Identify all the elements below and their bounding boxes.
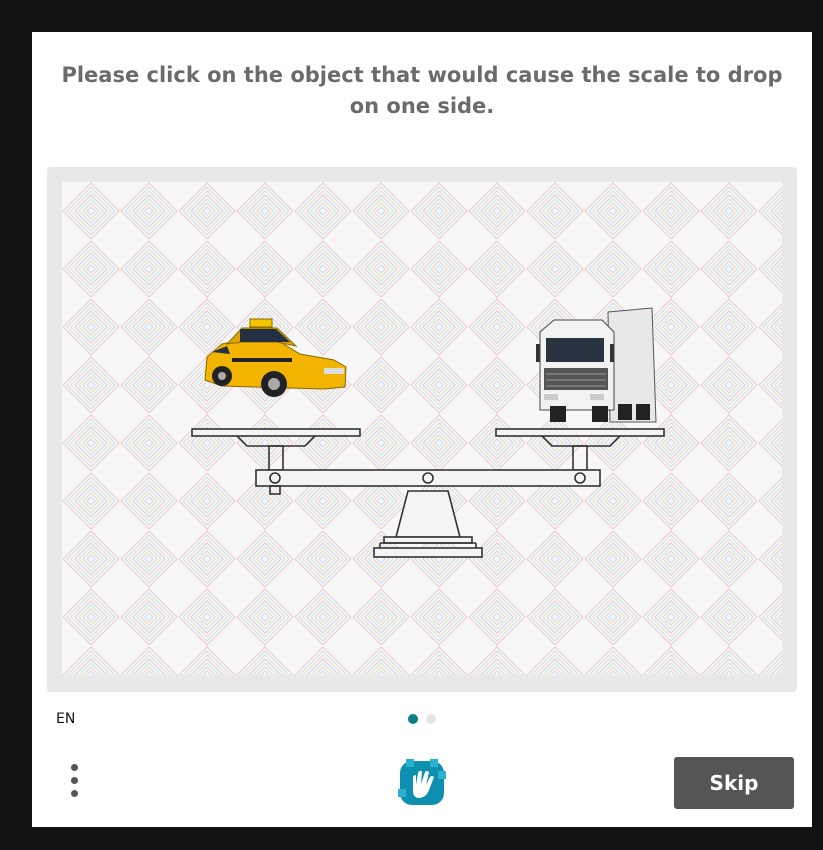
challenge-image[interactable] [62, 182, 782, 675]
challenge-canvas[interactable] [62, 182, 782, 675]
vertical-ellipsis-icon[interactable] [62, 760, 86, 802]
captcha-card: Please click on the object that would ca… [32, 32, 812, 827]
language-selector[interactable]: EN [56, 711, 75, 727]
pattern-background [62, 182, 782, 675]
challenge-prompt: Please click on the object that would ca… [61, 63, 783, 118]
pagination-dot-1 [408, 714, 418, 724]
pagination-dot-2 [426, 714, 436, 724]
hand-logo-icon [396, 757, 448, 809]
skip-button[interactable]: Skip [674, 757, 794, 809]
challenge-area [47, 167, 797, 692]
pagination-dots [408, 714, 436, 724]
truck[interactable] [536, 307, 657, 423]
